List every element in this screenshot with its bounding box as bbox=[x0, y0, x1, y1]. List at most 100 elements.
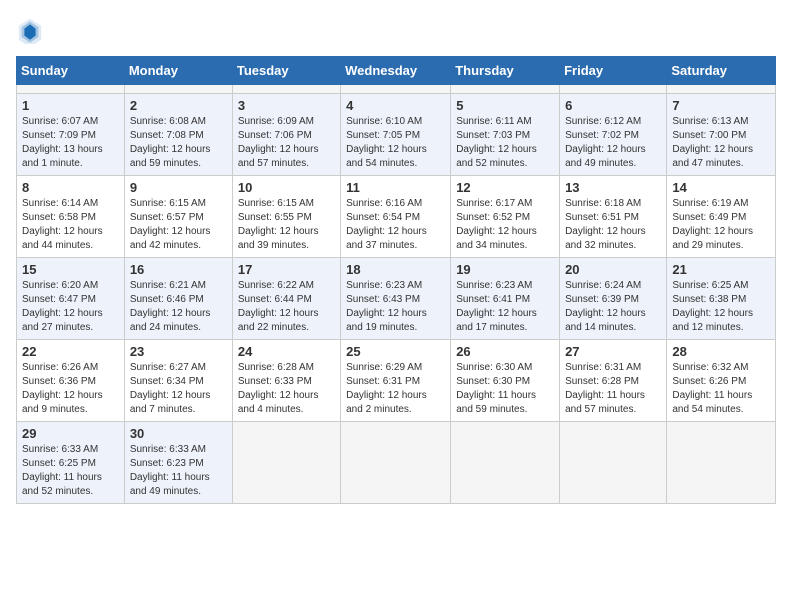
day-cell: 20Sunrise: 6:24 AMSunset: 6:39 PMDayligh… bbox=[560, 258, 667, 340]
col-header-thursday: Thursday bbox=[451, 57, 560, 85]
day-number: 27 bbox=[565, 344, 661, 359]
day-number: 4 bbox=[346, 98, 445, 113]
day-cell: 8Sunrise: 6:14 AMSunset: 6:58 PMDaylight… bbox=[17, 176, 125, 258]
calendar-table: SundayMondayTuesdayWednesdayThursdayFrid… bbox=[16, 56, 776, 504]
day-cell: 6Sunrise: 6:12 AMSunset: 7:02 PMDaylight… bbox=[560, 94, 667, 176]
col-header-tuesday: Tuesday bbox=[232, 57, 340, 85]
col-header-saturday: Saturday bbox=[667, 57, 776, 85]
day-cell: 13 Sunrise: 6:18 AMSunset: 6:51 PMDayligh… bbox=[560, 176, 667, 258]
day-detail: Sunrise: 6:28 AMSunset: 6:33 PMDaylight:… bbox=[238, 362, 319, 415]
day-detail: Sunrise: 6:26 AMSunset: 6:36 PMDaylight:… bbox=[22, 362, 103, 415]
day-cell bbox=[341, 422, 451, 504]
day-cell: 23 Sunrise: 6:27 AMSunset: 6:34 PMDayligh… bbox=[124, 340, 232, 422]
day-cell bbox=[560, 85, 667, 94]
day-detail: Sunrise: 6:18 AMSunset: 6:51 PMDaylight:… bbox=[565, 198, 646, 251]
day-cell: 25 Sunrise: 6:29 AMSunset: 6:31 PMDayligh… bbox=[341, 340, 451, 422]
day-cell: 5 Sunrise: 6:11 AMSunset: 7:03 PMDaylight… bbox=[451, 94, 560, 176]
col-header-sunday: Sunday bbox=[17, 57, 125, 85]
day-detail: Sunrise: 6:09 AMSunset: 7:06 PMDaylight:… bbox=[238, 116, 319, 169]
day-cell: 3Sunrise: 6:09 AMSunset: 7:06 PMDaylight… bbox=[232, 94, 340, 176]
day-number: 30 bbox=[130, 426, 227, 441]
day-cell: 1 Sunrise: 6:07 AMSunset: 7:09 PMDaylight… bbox=[17, 94, 125, 176]
day-number: 10 bbox=[238, 180, 335, 195]
day-detail: Sunrise: 6:33 AMSunset: 6:25 PMDaylight:… bbox=[22, 444, 102, 497]
day-number: 25 bbox=[346, 344, 445, 359]
day-cell: 21 Sunrise: 6:25 AMSunset: 6:38 PMDayligh… bbox=[667, 258, 776, 340]
day-number: 11 bbox=[346, 180, 445, 195]
day-detail: Sunrise: 6:07 AMSunset: 7:09 PMDaylight:… bbox=[22, 116, 103, 169]
day-cell: 19Sunrise: 6:23 AMSunset: 6:41 PMDayligh… bbox=[451, 258, 560, 340]
day-number: 13 bbox=[565, 180, 661, 195]
day-cell: 12 Sunrise: 6:17 AMSunset: 6:52 PMDayligh… bbox=[451, 176, 560, 258]
day-number: 28 bbox=[672, 344, 770, 359]
day-detail: Sunrise: 6:27 AMSunset: 6:34 PMDaylight:… bbox=[130, 362, 211, 415]
day-cell bbox=[560, 422, 667, 504]
day-cell: 30 Sunrise: 6:33 AMSunset: 6:23 PMDayligh… bbox=[124, 422, 232, 504]
day-cell bbox=[232, 85, 340, 94]
day-detail: Sunrise: 6:17 AMSunset: 6:52 PMDaylight:… bbox=[456, 198, 537, 251]
col-header-friday: Friday bbox=[560, 57, 667, 85]
week-row-1: 1 Sunrise: 6:07 AMSunset: 7:09 PMDaylight… bbox=[17, 94, 776, 176]
day-cell: 9 Sunrise: 6:15 AMSunset: 6:57 PMDaylight… bbox=[124, 176, 232, 258]
day-cell bbox=[17, 85, 125, 94]
col-header-monday: Monday bbox=[124, 57, 232, 85]
day-cell: 28 Sunrise: 6:32 AMSunset: 6:26 PMDayligh… bbox=[667, 340, 776, 422]
day-cell bbox=[341, 85, 451, 94]
day-detail: Sunrise: 6:23 AMSunset: 6:43 PMDaylight:… bbox=[346, 280, 427, 333]
day-detail: Sunrise: 6:14 AMSunset: 6:58 PMDaylight:… bbox=[22, 198, 103, 251]
day-number: 29 bbox=[22, 426, 119, 441]
day-detail: Sunrise: 6:15 AMSunset: 6:55 PMDaylight:… bbox=[238, 198, 319, 251]
day-detail: Sunrise: 6:22 AMSunset: 6:44 PMDaylight:… bbox=[238, 280, 319, 333]
day-detail: Sunrise: 6:29 AMSunset: 6:31 PMDaylight:… bbox=[346, 362, 427, 415]
day-number: 1 bbox=[22, 98, 119, 113]
day-detail: Sunrise: 6:32 AMSunset: 6:26 PMDaylight:… bbox=[672, 362, 752, 415]
day-number: 18 bbox=[346, 262, 445, 277]
day-number: 16 bbox=[130, 262, 227, 277]
day-detail: Sunrise: 6:31 AMSunset: 6:28 PMDaylight:… bbox=[565, 362, 645, 415]
day-detail: Sunrise: 6:25 AMSunset: 6:38 PMDaylight:… bbox=[672, 280, 753, 333]
day-number: 5 bbox=[456, 98, 554, 113]
week-row-4: 22 Sunrise: 6:26 AMSunset: 6:36 PMDayligh… bbox=[17, 340, 776, 422]
day-cell bbox=[124, 85, 232, 94]
day-number: 9 bbox=[130, 180, 227, 195]
day-number: 23 bbox=[130, 344, 227, 359]
day-number: 2 bbox=[130, 98, 227, 113]
day-detail: Sunrise: 6:33 AMSunset: 6:23 PMDaylight:… bbox=[130, 444, 210, 497]
week-row-0 bbox=[17, 85, 776, 94]
day-cell: 15Sunrise: 6:20 AMSunset: 6:47 PMDayligh… bbox=[17, 258, 125, 340]
day-detail: Sunrise: 6:11 AMSunset: 7:03 PMDaylight:… bbox=[456, 116, 537, 169]
day-detail: Sunrise: 6:30 AMSunset: 6:30 PMDaylight:… bbox=[456, 362, 536, 415]
day-number: 12 bbox=[456, 180, 554, 195]
day-cell: 2Sunrise: 6:08 AMSunset: 7:08 PMDaylight… bbox=[124, 94, 232, 176]
day-cell bbox=[451, 85, 560, 94]
day-cell: 16 Sunrise: 6:21 AMSunset: 6:46 PMDayligh… bbox=[124, 258, 232, 340]
logo bbox=[16, 16, 50, 44]
day-detail: Sunrise: 6:15 AMSunset: 6:57 PMDaylight:… bbox=[130, 198, 211, 251]
day-cell bbox=[667, 85, 776, 94]
day-number: 20 bbox=[565, 262, 661, 277]
day-number: 6 bbox=[565, 98, 661, 113]
day-cell: 17 Sunrise: 6:22 AMSunset: 6:44 PMDayligh… bbox=[232, 258, 340, 340]
logo-icon bbox=[16, 16, 44, 44]
day-detail: Sunrise: 6:13 AMSunset: 7:00 PMDaylight:… bbox=[672, 116, 753, 169]
day-cell: 27 Sunrise: 6:31 AMSunset: 6:28 PMDayligh… bbox=[560, 340, 667, 422]
day-number: 22 bbox=[22, 344, 119, 359]
day-detail: Sunrise: 6:21 AMSunset: 6:46 PMDaylight:… bbox=[130, 280, 211, 333]
week-row-3: 15Sunrise: 6:20 AMSunset: 6:47 PMDayligh… bbox=[17, 258, 776, 340]
day-cell: 7 Sunrise: 6:13 AMSunset: 7:00 PMDaylight… bbox=[667, 94, 776, 176]
day-cell: 22 Sunrise: 6:26 AMSunset: 6:36 PMDayligh… bbox=[17, 340, 125, 422]
day-cell: 29 Sunrise: 6:33 AMSunset: 6:25 PMDayligh… bbox=[17, 422, 125, 504]
day-cell: 24 Sunrise: 6:28 AMSunset: 6:33 PMDayligh… bbox=[232, 340, 340, 422]
day-cell bbox=[232, 422, 340, 504]
day-cell: 26 Sunrise: 6:30 AMSunset: 6:30 PMDayligh… bbox=[451, 340, 560, 422]
page-header bbox=[16, 16, 776, 44]
day-detail: Sunrise: 6:10 AMSunset: 7:05 PMDaylight:… bbox=[346, 116, 427, 169]
day-cell: 18 Sunrise: 6:23 AMSunset: 6:43 PMDayligh… bbox=[341, 258, 451, 340]
day-number: 19 bbox=[456, 262, 554, 277]
day-cell: 10 Sunrise: 6:15 AMSunset: 6:55 PMDayligh… bbox=[232, 176, 340, 258]
day-number: 24 bbox=[238, 344, 335, 359]
day-number: 26 bbox=[456, 344, 554, 359]
day-number: 21 bbox=[672, 262, 770, 277]
day-number: 17 bbox=[238, 262, 335, 277]
day-number: 7 bbox=[672, 98, 770, 113]
